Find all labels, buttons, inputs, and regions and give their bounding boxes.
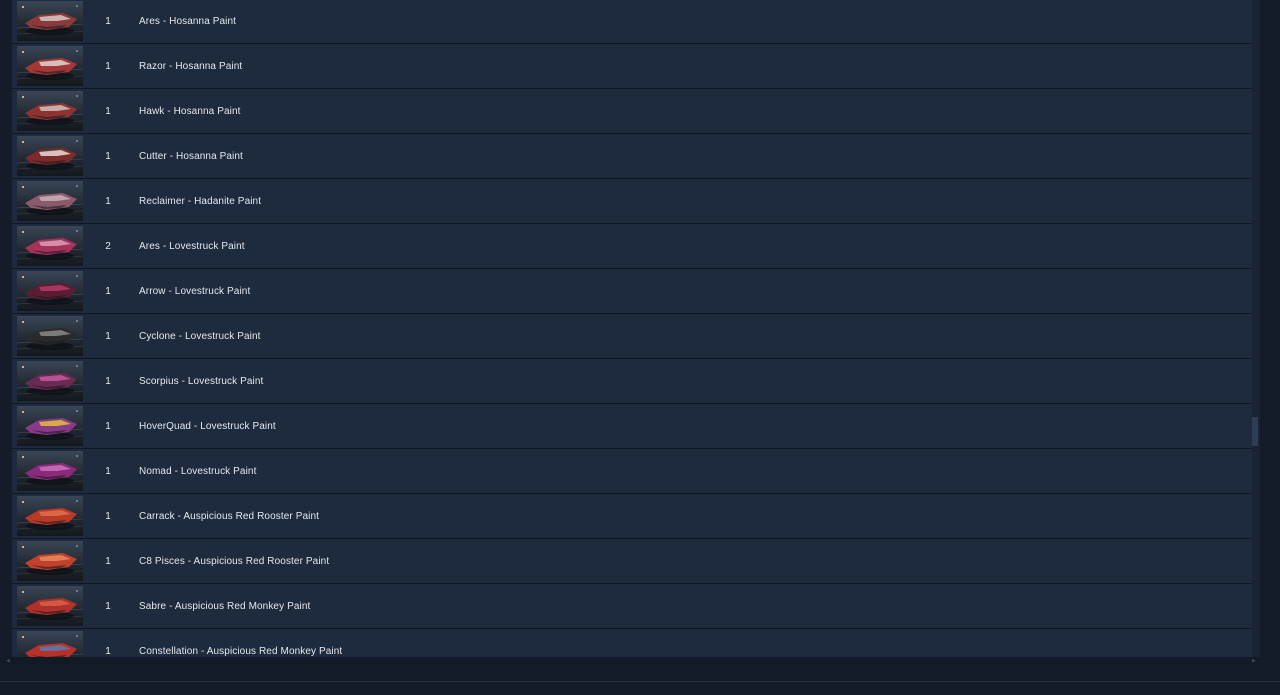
list-item[interactable]: 1 Scorpius - Lovestruck Paint — [12, 359, 1252, 404]
item-quantity: 1 — [105, 465, 111, 477]
list-item[interactable]: 1 C8 Pisces - Auspicious Red Rooster Pain… — [12, 539, 1252, 584]
item-quantity: 1 — [105, 195, 111, 207]
list-item[interactable]: 1 Carrack - Auspicious Red Rooster Paint — [12, 494, 1252, 539]
item-quantity: 1 — [105, 330, 111, 342]
list-item[interactable]: 1 Cutter - Hosanna Paint — [12, 134, 1252, 179]
item-quantity: 1 — [105, 555, 111, 567]
item-quantity: 1 — [105, 645, 111, 657]
item-quantity: 2 — [105, 240, 111, 252]
ship-paint-thumbnail — [17, 91, 83, 131]
inventory-list: 1 Ares - Hosanna Paint 1 Razor - Hosanna Pa… — [12, 0, 1252, 657]
item-name: Scorpius - Lovestruck Paint — [139, 375, 264, 387]
item-name: Ares - Hosanna Paint — [139, 15, 237, 27]
item-name: Razor - Hosanna Paint — [139, 60, 243, 72]
ship-paint-thumbnail — [17, 226, 83, 266]
scroll-right-icon[interactable]: ▶ — [1252, 659, 1258, 664]
item-name: Ares - Lovestruck Paint — [139, 240, 245, 252]
list-item[interactable]: 2 Ares - Lovestruck Paint — [12, 224, 1252, 269]
ship-paint-thumbnail — [17, 451, 83, 491]
item-name: Nomad - Lovestruck Paint — [139, 465, 257, 477]
horizontal-scrollbar[interactable] — [0, 657, 1260, 665]
ship-paint-thumbnail — [17, 541, 83, 581]
item-quantity: 1 — [105, 150, 111, 162]
item-quantity: 1 — [105, 510, 111, 522]
scroll-left-icon[interactable]: ◀ — [6, 659, 12, 664]
item-quantity: 1 — [105, 375, 111, 387]
item-quantity: 1 — [105, 15, 111, 27]
ship-paint-thumbnail — [17, 496, 83, 536]
item-name: Reclaimer - Hadanite Paint — [139, 195, 262, 207]
page: 1 Ares - Hosanna Paint 1 Razor - Hosanna Pa… — [0, 0, 1280, 695]
list-item[interactable]: 1 Ares - Hosanna Paint — [12, 0, 1252, 44]
list-item[interactable]: 1 HoverQuad - Lovestruck Paint — [12, 404, 1252, 449]
item-name: Cyclone - Lovestruck Paint — [139, 330, 261, 342]
item-quantity: 1 — [105, 420, 111, 432]
list-item[interactable]: 1 Reclaimer - Hadanite Paint — [12, 179, 1252, 224]
ship-paint-thumbnail — [17, 316, 83, 356]
ship-paint-thumbnail — [17, 1, 83, 41]
list-item[interactable]: 1 Constellation - Auspicious Red Monkey P… — [12, 629, 1252, 657]
list-item[interactable]: 1 Nomad - Lovestruck Paint — [12, 449, 1252, 494]
item-quantity: 1 — [105, 600, 111, 612]
list-item[interactable]: 1 Hawk - Hosanna Paint — [12, 89, 1252, 134]
ship-paint-thumbnail — [17, 271, 83, 311]
item-name: Sabre - Auspicious Red Monkey Paint — [139, 600, 311, 612]
item-quantity: 1 — [105, 285, 111, 297]
inventory-rows: 1 Ares - Hosanna Paint 1 Razor - Hosanna Pa… — [12, 0, 1252, 657]
ship-paint-thumbnail — [17, 181, 83, 221]
list-item[interactable]: 1 Sabre - Auspicious Red Monkey Paint — [12, 584, 1252, 629]
item-name: Hawk - Hosanna Paint — [139, 105, 241, 117]
ship-paint-thumbnail — [17, 361, 83, 401]
vertical-scrollbar[interactable] — [1252, 0, 1260, 657]
vertical-scroll-thumb[interactable] — [1252, 417, 1258, 446]
item-quantity: 1 — [105, 60, 111, 72]
list-item[interactable]: 1 Cyclone - Lovestruck Paint — [12, 314, 1252, 359]
item-name: HoverQuad - Lovestruck Paint — [139, 420, 276, 432]
list-item[interactable]: 1 Razor - Hosanna Paint — [12, 44, 1252, 89]
ship-paint-thumbnail — [17, 586, 83, 626]
item-name: C8 Pisces - Auspicious Red Rooster Paint — [139, 555, 330, 567]
ship-paint-thumbnail — [17, 136, 83, 176]
list-item[interactable]: 1 Arrow - Lovestruck Paint — [12, 269, 1252, 314]
ship-paint-thumbnail — [17, 406, 83, 446]
item-quantity: 1 — [105, 105, 111, 117]
item-name: Cutter - Hosanna Paint — [139, 150, 243, 162]
ship-paint-thumbnail — [17, 631, 83, 657]
ship-paint-thumbnail — [17, 46, 83, 86]
item-name: Carrack - Auspicious Red Rooster Paint — [139, 510, 319, 522]
item-name: Arrow - Lovestruck Paint — [139, 285, 251, 297]
item-name: Constellation - Auspicious Red Monkey Pa… — [139, 645, 343, 657]
footer-divider — [0, 681, 1280, 682]
